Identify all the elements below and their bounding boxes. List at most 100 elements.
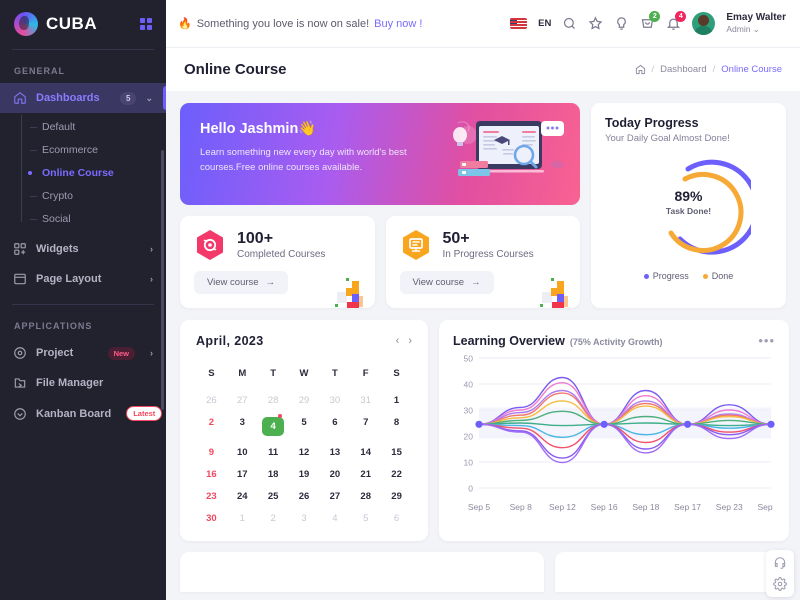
progress-caption: Task Done! — [665, 206, 712, 216]
calendar-day[interactable]: 5 — [350, 508, 381, 530]
calendar-day[interactable]: 4 — [258, 412, 289, 442]
chevron-down-icon[interactable]: ⌄ — [145, 93, 153, 104]
sidebar-item-file-manager[interactable]: File Manager — [0, 368, 166, 398]
calendar-day[interactable]: 30 — [319, 390, 350, 412]
project-icon — [14, 347, 26, 359]
calendar-day[interactable]: 3 — [289, 508, 320, 530]
search-icon[interactable] — [562, 16, 577, 31]
gear-icon[interactable] — [773, 577, 787, 591]
calendar-day[interactable]: 28 — [350, 486, 381, 508]
calendar-day[interactable]: 21 — [350, 464, 381, 486]
notifications-button[interactable]: 4 — [666, 11, 687, 31]
sidebar-item-label: Kanban Board — [36, 407, 112, 420]
calendar-day[interactable]: 3 — [227, 412, 258, 442]
us-flag-icon[interactable] — [510, 18, 528, 29]
language-label[interactable]: EN — [538, 18, 551, 29]
sidebar-item-project[interactable]: Project New › — [0, 338, 166, 368]
calendar-day[interactable]: 26 — [289, 486, 320, 508]
buy-now-link[interactable]: Buy now ! — [374, 18, 422, 30]
calendar-day[interactable]: 13 — [319, 442, 350, 464]
calendar-day[interactable]: 1 — [381, 390, 412, 412]
calendar-nav: ‹ › — [396, 335, 412, 347]
calendar-day[interactable]: 18 — [258, 464, 289, 486]
calendar-day[interactable]: 23 — [196, 486, 227, 508]
calendar-day[interactable]: 27 — [227, 390, 258, 412]
calendar-weekday: S — [208, 367, 215, 379]
star-icon[interactable] — [588, 16, 603, 31]
breadcrumb: / Dashboard / Online Course — [635, 64, 782, 75]
calendar-day[interactable]: 17 — [227, 464, 258, 486]
calendar-day[interactable]: 19 — [289, 464, 320, 486]
second-row: April, 2023 ‹ › S M T W T F S 26 27 28 29 30 31 1 2 3 4 5… — [180, 320, 789, 541]
calendar-day[interactable]: 8 — [381, 412, 412, 442]
sidebar-item-kanban-board[interactable]: Kanban Board Latest — [0, 398, 166, 429]
cart-badge: 2 — [649, 11, 661, 22]
calendar-day[interactable]: 25 — [258, 486, 289, 508]
calendar-day[interactable]: 26 — [196, 390, 227, 412]
sidebar-subitem-social[interactable]: Social — [30, 207, 166, 230]
svg-text:Sep 23: Sep 23 — [716, 502, 743, 512]
sidebar-scrollbar[interactable] — [161, 150, 164, 410]
calendar-day[interactable]: 11 — [258, 442, 289, 464]
decorative-blocks — [540, 278, 568, 308]
chevron-right-icon[interactable]: › — [150, 244, 153, 254]
calendar-day[interactable]: 9 — [196, 442, 227, 464]
calendar-day[interactable]: 16 — [196, 464, 227, 486]
sidebar-subitem-ecommerce[interactable]: Ecommerce — [30, 138, 166, 161]
calendar-day[interactable]: 5 — [289, 412, 320, 442]
view-course-button[interactable]: View course → — [399, 271, 494, 294]
calendar-day[interactable]: 24 — [227, 486, 258, 508]
sidebar-subitem-crypto[interactable]: Crypto — [30, 184, 166, 207]
calendar-day[interactable]: 4 — [319, 508, 350, 530]
breadcrumb-dashboard[interactable]: Dashboard — [660, 64, 706, 75]
calendar-day[interactable]: 30 — [196, 508, 227, 530]
calendar-day[interactable]: 29 — [381, 486, 412, 508]
calendar-day[interactable]: 6 — [381, 508, 412, 530]
hero-text: Hello Jashmin👋 Learn something new every… — [180, 103, 420, 175]
sidebar-subitem-default[interactable]: Default — [30, 115, 166, 138]
calendar-day[interactable]: 15 — [381, 442, 412, 464]
brand[interactable]: CUBA — [0, 0, 166, 47]
calendar-day[interactable]: 10 — [227, 442, 258, 464]
svg-text:20: 20 — [464, 432, 474, 442]
stat-label: In Progress Courses — [442, 249, 534, 260]
home-icon — [14, 92, 26, 104]
calendar-day[interactable]: 22 — [381, 464, 412, 486]
grid-icon[interactable] — [140, 17, 152, 30]
chevron-right-icon[interactable]: › — [150, 274, 153, 284]
calendar-day[interactable]: 14 — [350, 442, 381, 464]
chevron-right-icon[interactable]: › — [408, 335, 412, 347]
breadcrumb-current: Online Course — [721, 64, 782, 75]
sidebar-item-label: Project — [36, 347, 74, 359]
bulb-icon[interactable] — [614, 16, 629, 31]
sidebar-subitem-online-course[interactable]: Online Course — [28, 161, 166, 184]
calendar-day[interactable]: 29 — [289, 390, 320, 412]
calendar-day[interactable]: 20 — [319, 464, 350, 486]
calendar-day[interactable]: 28 — [258, 390, 289, 412]
more-horizontal-icon[interactable]: ••• — [758, 333, 775, 348]
sidebar-item-widgets[interactable]: Widgets › — [0, 234, 166, 264]
home-icon[interactable] — [635, 64, 646, 75]
calendar-day[interactable]: 1 — [227, 508, 258, 530]
calendar-day[interactable]: 2 — [258, 508, 289, 530]
chevron-left-icon[interactable]: ‹ — [396, 335, 400, 347]
svg-text:Sep 8: Sep 8 — [510, 502, 532, 512]
avatar[interactable] — [692, 12, 716, 35]
support-headset-icon[interactable] — [773, 556, 787, 570]
cart-button[interactable]: 2 — [640, 11, 661, 31]
calendar-card: April, 2023 ‹ › S M T W T F S 26 27 28 29 30 31 1 2 3 4 5… — [180, 320, 428, 541]
sidebar-item-dashboards[interactable]: Dashboards 5 ⌄ — [0, 83, 166, 113]
calendar-day[interactable]: 7 — [350, 412, 381, 442]
calendar-day[interactable]: 27 — [319, 486, 350, 508]
calendar-day[interactable]: 12 — [289, 442, 320, 464]
view-course-button[interactable]: View course → — [194, 271, 289, 294]
legend-dot — [643, 273, 649, 279]
calendar-day[interactable]: 6 — [319, 412, 350, 442]
chevron-right-icon[interactable]: › — [150, 348, 153, 358]
calendar-day[interactable]: 31 — [350, 390, 381, 412]
sidebar-item-page-layout[interactable]: Page Layout › — [0, 264, 166, 294]
user-info[interactable]: Emay Walter Admin ⌄ — [726, 12, 786, 36]
user-role: Admin ⌄ — [726, 24, 760, 35]
bottom-card-right — [555, 552, 786, 592]
calendar-day[interactable]: 2 — [196, 412, 227, 442]
